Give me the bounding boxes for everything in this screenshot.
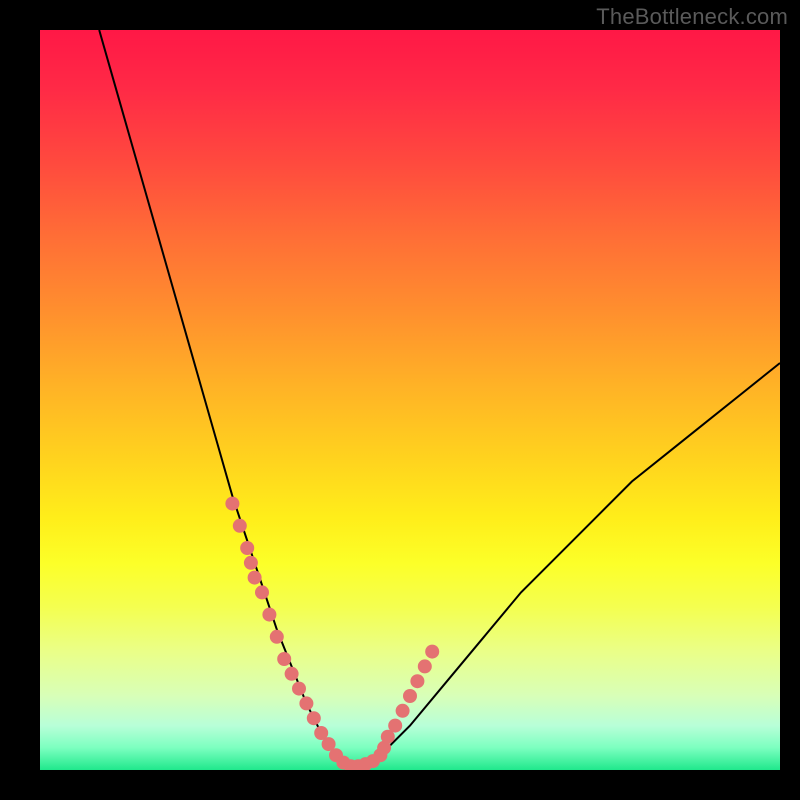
watermark-text: TheBottleneck.com (596, 4, 788, 30)
data-dot (418, 659, 432, 673)
data-dot (277, 652, 291, 666)
plot-area (40, 30, 780, 770)
data-dot (396, 704, 410, 718)
data-dot (292, 682, 306, 696)
data-dot (307, 711, 321, 725)
data-dot (244, 556, 258, 570)
data-dot (270, 630, 284, 644)
curve-line (99, 30, 780, 766)
data-dot (285, 667, 299, 681)
data-dot (403, 689, 417, 703)
data-dot (240, 541, 254, 555)
data-dot (299, 696, 313, 710)
chart-frame: TheBottleneck.com (0, 0, 800, 800)
data-dot (388, 719, 402, 733)
data-dot (233, 519, 247, 533)
data-dot (225, 497, 239, 511)
data-dot (255, 585, 269, 599)
data-dot (425, 645, 439, 659)
data-dot (248, 571, 262, 585)
data-dot (262, 608, 276, 622)
data-dot (410, 674, 424, 688)
chart-svg (40, 30, 780, 770)
